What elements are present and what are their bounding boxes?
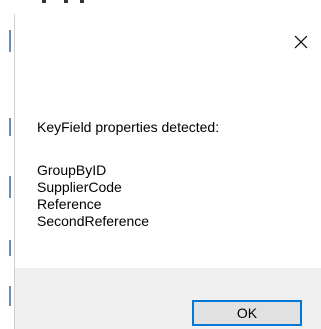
keyfield-item: Reference bbox=[37, 196, 102, 212]
keyfield-item: SupplierCode bbox=[37, 179, 122, 195]
ok-button[interactable]: OK bbox=[192, 300, 302, 326]
keyfield-item: SecondReference bbox=[37, 213, 150, 229]
close-button[interactable] bbox=[291, 32, 311, 52]
message-dialog: KeyField properties detected: GroupByID … bbox=[14, 14, 321, 329]
background-window-fragment bbox=[40, 0, 110, 4]
keyfield-list: GroupByID SupplierCode Reference SecondR… bbox=[37, 162, 149, 230]
close-icon bbox=[294, 35, 308, 49]
dialog-message: KeyField properties detected: bbox=[37, 119, 220, 135]
background-window-edge bbox=[0, 0, 14, 329]
keyfield-item: GroupByID bbox=[37, 162, 107, 178]
dialog-footer: OK bbox=[15, 268, 321, 329]
